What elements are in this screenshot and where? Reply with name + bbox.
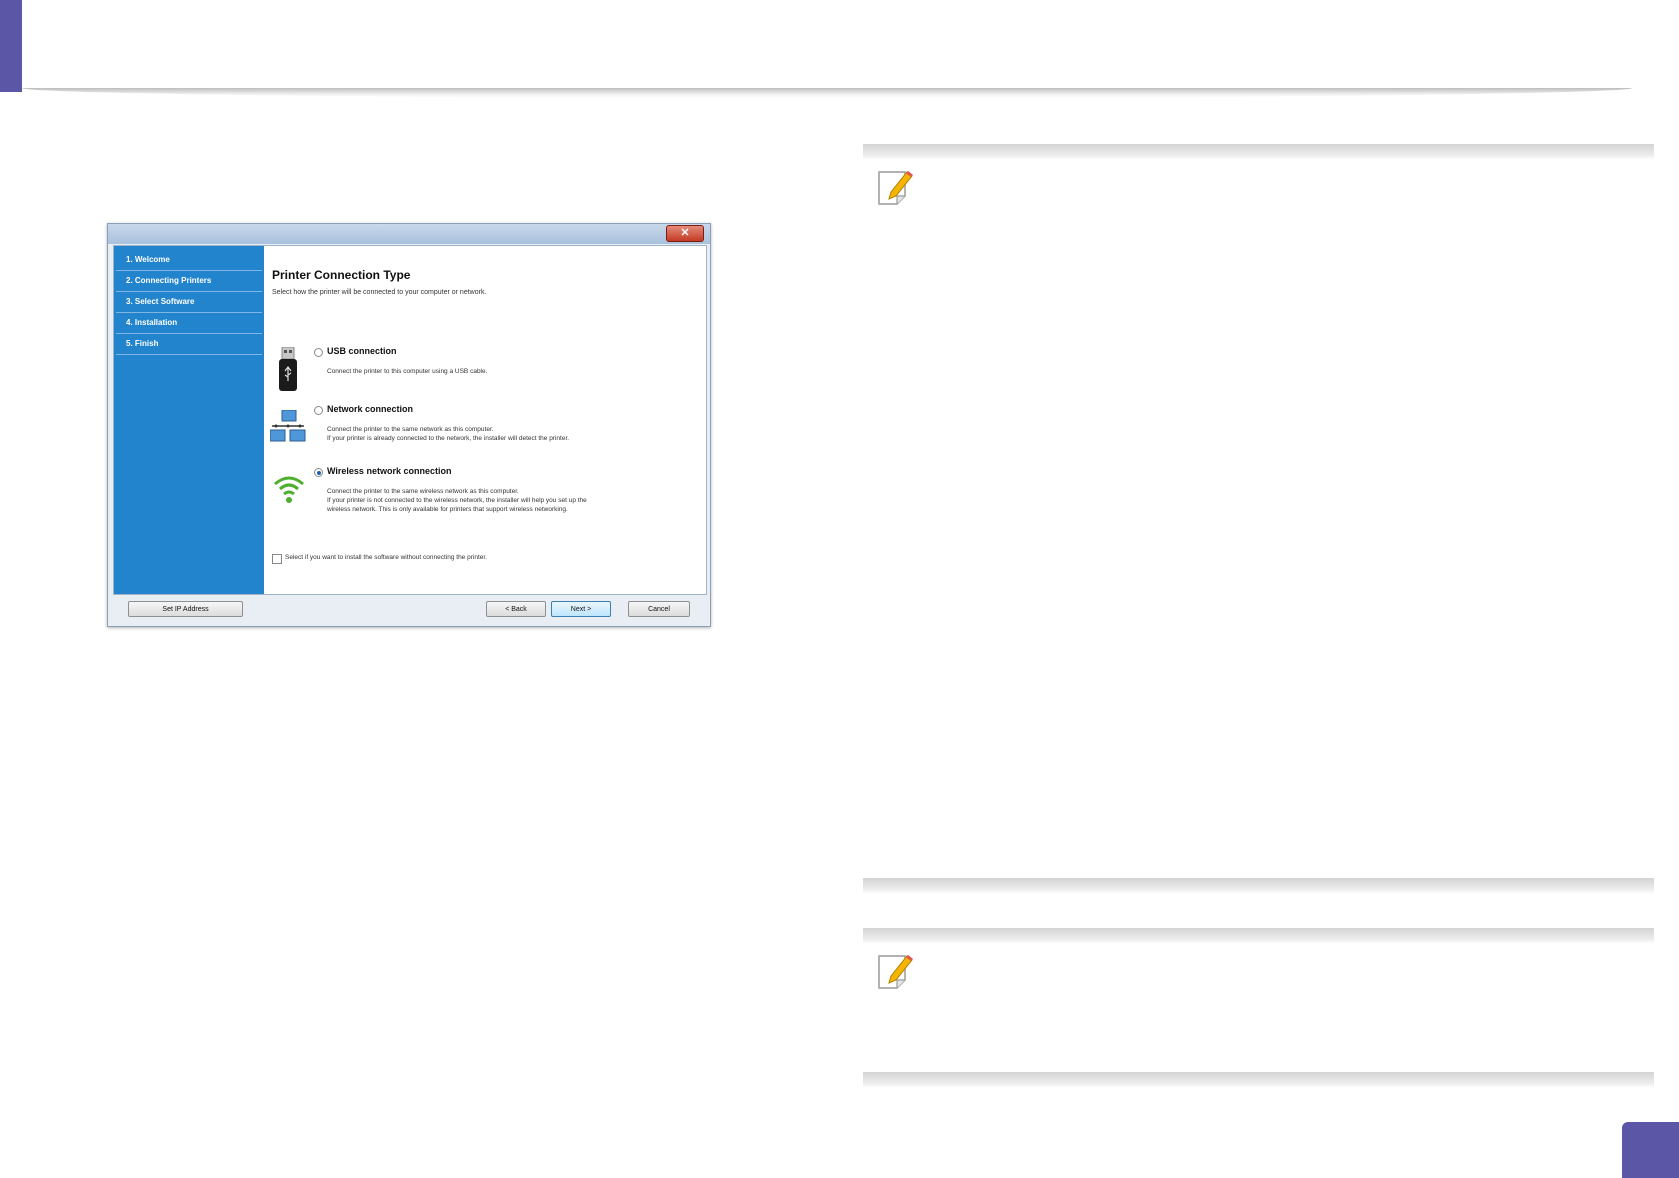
usb-radio[interactable] [314, 348, 323, 357]
network-icon [270, 410, 306, 442]
header-rule [22, 88, 1632, 98]
wireless-option-desc: Connect the printer to the same wireless… [327, 487, 667, 514]
note-pencil-icon [878, 170, 913, 205]
note-2-bottom-bar [863, 1072, 1654, 1088]
dialog-content: Printer Connection Type Select how the p… [264, 246, 706, 594]
usb-option-desc: Connect the printer to this computer usi… [327, 367, 667, 376]
wireless-desc-line-2: If your printer is not connected to the … [327, 497, 587, 504]
dialog-button-bar: Set IP Address < Back Next > Cancel [108, 594, 710, 626]
set-ip-address-button[interactable]: Set IP Address [128, 601, 243, 617]
wireless-desc-line-1: Connect the printer to the same wireless… [327, 488, 519, 495]
network-radio[interactable] [314, 406, 323, 415]
back-button[interactable]: < Back [486, 601, 546, 617]
step-select-software: 3. Select Software [116, 292, 262, 313]
page-corner-tab [0, 0, 22, 92]
wifi-icon [274, 476, 304, 503]
note-1-top-bar [863, 144, 1654, 160]
network-desc-line-1: Connect the printer to the same network … [327, 426, 494, 433]
step-welcome: 1. Welcome [116, 250, 262, 271]
dialog-client-area: 1. Welcome 2. Connecting Printers 3. Sel… [113, 245, 707, 595]
close-button[interactable]: ✕ [666, 225, 704, 242]
cancel-button[interactable]: Cancel [628, 601, 690, 617]
usb-desc-line: Connect the printer to this computer usi… [327, 368, 488, 375]
dialog-subtitle: Select how the printer will be connected… [272, 289, 487, 296]
network-option-label[interactable]: Network connection [327, 404, 413, 414]
network-option-desc: Connect the printer to the same network … [327, 425, 667, 443]
next-button[interactable]: Next > [551, 601, 611, 617]
usb-icon [279, 347, 297, 391]
steps-sidebar: 1. Welcome 2. Connecting Printers 3. Sel… [114, 246, 264, 594]
dialog-titlebar: ✕ [108, 224, 710, 244]
note-2-top-bar [863, 928, 1654, 944]
wireless-radio[interactable] [314, 468, 323, 477]
step-connecting-printers: 2. Connecting Printers [116, 271, 262, 292]
page-number-box [1622, 1122, 1679, 1178]
usb-option-label[interactable]: USB connection [327, 346, 397, 356]
installer-dialog: ✕ 1. Welcome 2. Connecting Printers 3. S… [107, 223, 711, 627]
network-desc-line-2: If your printer is already connected to … [327, 435, 570, 442]
no-connect-checkbox[interactable] [272, 554, 282, 564]
step-finish: 5. Finish [116, 334, 262, 355]
no-connect-checkbox-label[interactable]: Select if you want to install the softwa… [285, 554, 487, 561]
note-pencil-icon [878, 954, 913, 989]
dialog-title: Printer Connection Type [272, 268, 411, 282]
step-installation: 4. Installation [116, 313, 262, 334]
wireless-option-label[interactable]: Wireless network connection [327, 466, 451, 476]
wireless-desc-line-3: wireless network. This is only available… [327, 506, 568, 513]
note-1-bottom-bar [863, 878, 1654, 894]
